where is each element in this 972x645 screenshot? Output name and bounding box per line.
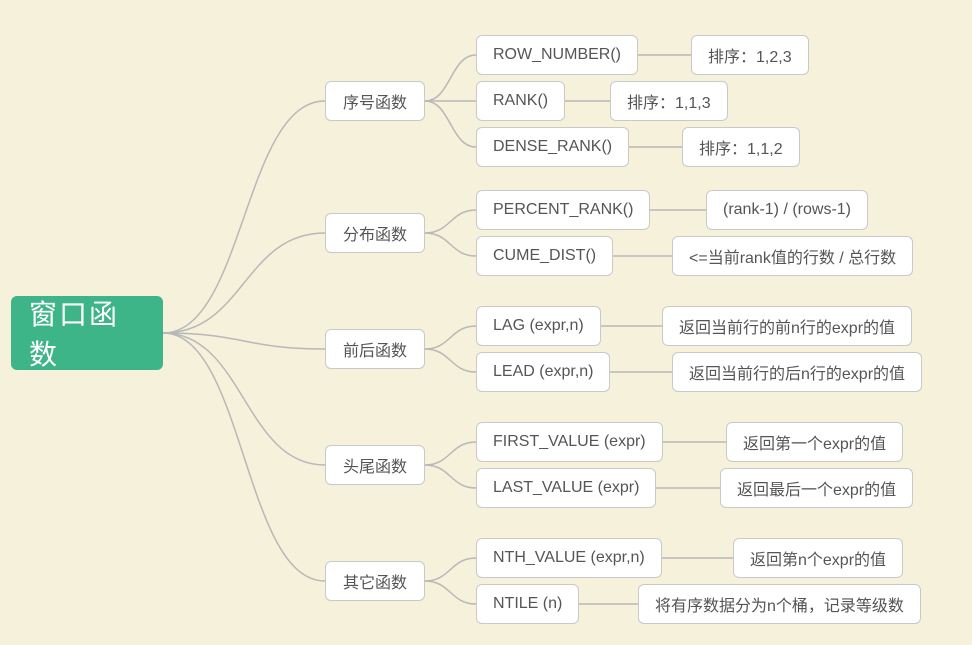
root-label: 窗口函数 [29,293,145,373]
category-node: 前后函数 [325,329,425,369]
description-node: 返回第n个expr的值 [733,538,903,578]
description-node: 将有序数据分为n个桶，记录等级数 [638,584,921,624]
function-node: NTH_VALUE (expr,n) [476,538,662,578]
description-node: (rank-1) / (rows-1) [706,190,868,230]
function-node: DENSE_RANK() [476,127,629,167]
function-node: ROW_NUMBER() [476,35,638,75]
description-node: 排序：1,1,2 [682,127,800,167]
function-node: FIRST_VALUE (expr) [476,422,663,462]
description-node: 返回当前行的前n行的expr的值 [662,306,912,346]
description-node: 排序：1,2,3 [691,35,809,75]
category-node: 其它函数 [325,561,425,601]
function-node: LAG (expr,n) [476,306,601,346]
description-node: 返回第一个expr的值 [726,422,903,462]
function-node: CUME_DIST() [476,236,613,276]
description-node: 返回当前行的后n行的expr的值 [672,352,922,392]
root-node: 窗口函数 [11,296,163,370]
description-node: 排序：1,1,3 [610,81,728,121]
function-node: LEAD (expr,n) [476,352,610,392]
function-node: NTILE (n) [476,584,579,624]
category-node: 头尾函数 [325,445,425,485]
function-node: PERCENT_RANK() [476,190,650,230]
category-node: 分布函数 [325,213,425,253]
description-node: <=当前rank值的行数 / 总行数 [672,236,913,276]
description-node: 返回最后一个expr的值 [720,468,913,508]
function-node: LAST_VALUE (expr) [476,468,656,508]
function-node: RANK() [476,81,565,121]
category-node: 序号函数 [325,81,425,121]
